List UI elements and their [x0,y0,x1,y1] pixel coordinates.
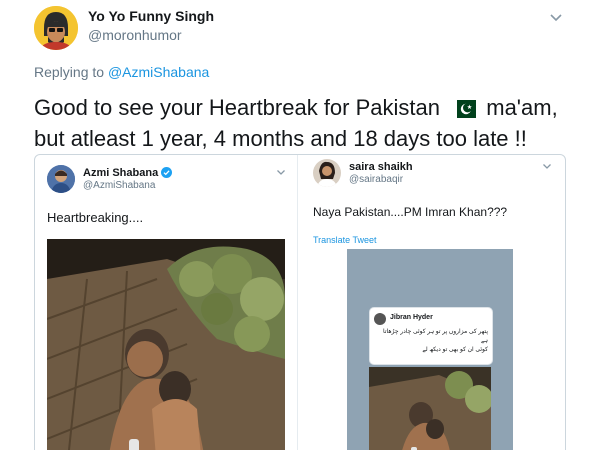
embedded-screenshot: Jibran Hyder پتھر کی مزاروں پر تو ہر کوئ… [347,249,513,450]
tweet-text-line2: but atleast 1 year, 4 months and 18 days… [34,126,527,151]
tweet-text: Good to see your Heartbreak for Pakistan… [34,92,574,154]
chevron-down-icon[interactable] [547,8,565,26]
embedded-handle: @sairabaqir [349,174,404,185]
avatar-photo [47,165,75,193]
tweet-text-line1a: Good to see your Heartbreak for Pakistan [34,95,440,120]
inner-card-name: Jibran Hyder [390,314,433,321]
avatar [313,159,341,187]
embedded-display-name: Azmi Shabana [83,167,173,181]
chevron-down-icon [275,165,287,183]
avatar [374,313,386,325]
embedded-tweet-text: Heartbreaking.... [47,210,144,225]
chevron-down-icon [541,159,553,177]
urdu-text-line2: ہے [480,338,488,344]
urdu-text-line3: کوئی ان کو بھی تو دیکھ لے [422,347,488,353]
inner-tweet-card: Jibran Hyder پتھر کی مزاروں پر تو ہر کوئ… [369,307,493,365]
embedded-image[interactable]: Azmi Shabana @AzmiShabana Heartbreaking.… [34,154,566,450]
avatar-photo [313,159,341,187]
reply-prefix: Replying to [34,64,105,80]
avatar [47,165,75,193]
urdu-text-line1: پتھر کی مزاروں پر تو ہر کوئی چادر چڑھاتا [383,329,488,335]
avatar-illustration [34,6,78,50]
embedded-display-name: saira shaikh [349,161,413,173]
embedded-display-name-text: Azmi Shabana [83,167,159,179]
avatar[interactable] [34,6,78,50]
reply-mention-link[interactable]: @AzmiShabana [108,64,209,80]
tweet-container: Yo Yo Funny Singh @moronhumor Replying t… [0,0,600,450]
user-handle[interactable]: @moronhumor [88,27,182,43]
inner-photo [369,367,491,450]
display-name[interactable]: Yo Yo Funny Singh [88,8,214,24]
embedded-handle: @AzmiShabana [83,180,156,191]
verified-badge-icon [161,167,173,181]
embedded-photo [47,239,285,450]
pakistan-flag-icon [450,95,477,118]
divider [297,155,298,450]
translate-tweet-link: Translate Tweet [313,235,377,245]
embedded-tweet-text: Naya Pakistan....PM Imran Khan??? [313,205,508,219]
reply-context: Replying to @AzmiShabana [34,64,209,80]
tweet-text-line1b: ma'am, [486,95,558,120]
